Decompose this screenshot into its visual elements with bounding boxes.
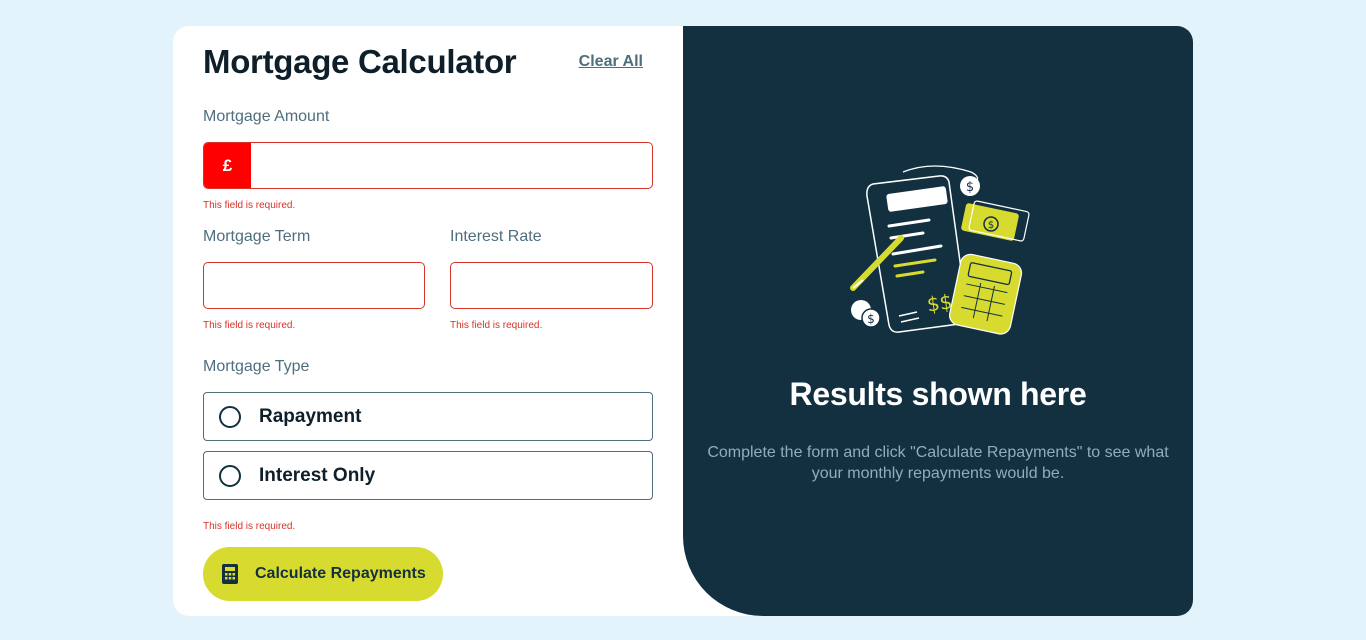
interest-rate-label: Interest Rate [450, 228, 542, 245]
svg-text:$: $ [867, 312, 875, 326]
radio-circle-icon[interactable] [219, 405, 241, 428]
mortgage-term-field: years [203, 262, 425, 309]
svg-text:$: $ [988, 220, 994, 231]
svg-text:$: $ [966, 180, 974, 195]
mortgage-term-input[interactable] [204, 263, 424, 308]
mortgage-amount-label: Mortgage Amount [203, 108, 330, 125]
currency-prefix: £ [204, 143, 251, 188]
results-title: Results shown here [789, 376, 1087, 412]
radio-circle-icon[interactable] [219, 464, 241, 487]
mortgage-type-error: This field is required. [203, 521, 296, 532]
results-description: Complete the form and click "Calculate R… [707, 444, 1169, 482]
interest-rate-input[interactable] [451, 263, 652, 308]
results-panel: $ $ $ $$$ Results shown here Complete th… [683, 26, 1193, 616]
mortgage-amount-error: This field is required. [203, 200, 296, 211]
radio-option-repayment[interactable]: Rapayment [203, 392, 653, 441]
calculator-card: Mortgage Calculator Clear All Mortgage A… [173, 26, 1193, 616]
calculator-document-illustration: $ $ $ $$$ [850, 165, 1030, 335]
radio-option-label: Interest Only [259, 464, 376, 486]
mortgage-term-error: This field is required. [203, 320, 296, 331]
page-title: Mortgage Calculator [203, 43, 517, 80]
interest-rate-error: This field is required. [450, 320, 543, 331]
form-panel: Mortgage Calculator Clear All Mortgage A… [173, 26, 683, 616]
mortgage-term-label: Mortgage Term [203, 228, 311, 245]
radio-option-label: Rapayment [259, 405, 362, 427]
clear-all-button[interactable]: Clear All [579, 53, 643, 71]
radio-option-interest-only[interactable]: Interest Only [203, 451, 653, 500]
mortgage-amount-field: £ [203, 142, 653, 189]
mortgage-type-label: Mortgage Type [203, 358, 310, 375]
interest-rate-field: % [450, 262, 653, 309]
calculate-button-label: Calculate Repayments [255, 565, 426, 582]
calculator-icon [222, 564, 238, 584]
form-header: Mortgage Calculator Clear All [203, 40, 643, 84]
calculate-repayments-button[interactable]: Calculate Repayments [203, 547, 443, 601]
mortgage-amount-input[interactable] [251, 143, 652, 188]
